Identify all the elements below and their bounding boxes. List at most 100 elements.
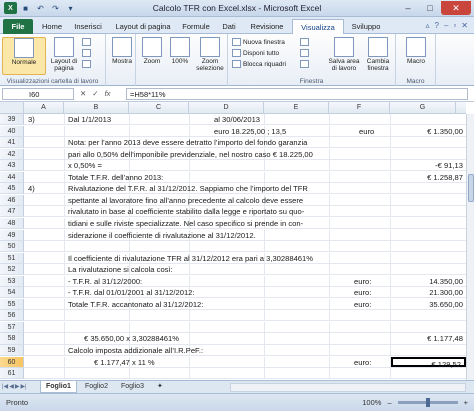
row-header[interactable]: 55 (0, 298, 24, 310)
cell-text[interactable]: 4) (28, 183, 35, 193)
cell-text[interactable]: € 35.650,00 x 3,30288461% (84, 333, 179, 343)
row-cells[interactable]: pari allo 0,50% dell’imponibile previden… (24, 148, 466, 160)
row-cells[interactable]: tidiani e sulle riviste specializzate. N… (24, 217, 466, 230)
minimize-button[interactable]: – (397, 1, 419, 15)
tab-layout-pagina[interactable]: Layout di pagina (110, 19, 176, 34)
cell-value-i[interactable]: € 1.258,87 (391, 172, 466, 182)
cell-text[interactable]: x 0,50% = (68, 160, 102, 170)
cell-value-i[interactable]: € 1.350,00 (391, 126, 466, 136)
row-cells[interactable]: siderazione il coefficiente di rivalutaz… (24, 229, 466, 241)
nuova-finestra-button[interactable]: Nuova finestra (232, 38, 285, 46)
row-cells[interactable]: 3) Dal 1/1/2013 al 30/06/2013 (24, 114, 466, 126)
row-cells[interactable]: x 0,50% = -€ 91,13 (24, 160, 466, 172)
cell-text[interactable]: 3) (28, 114, 35, 124)
layout-pagina-button[interactable]: Layout di pagina (48, 37, 80, 72)
cell-text[interactable]: euro: (354, 287, 371, 297)
cell-text[interactable]: € 1.177,47 x 11 % (94, 357, 155, 367)
zoom-slider[interactable] (397, 398, 458, 407)
cell-text[interactable]: pari allo 0,50% dell’imponibile previden… (68, 149, 313, 159)
cell-text[interactable]: spettante al lavoratore fino all’anno pr… (68, 195, 303, 205)
row-cells[interactable]: Totale T.F.R. dell’anno 2013: € 1.258,87 (24, 171, 466, 183)
row-header[interactable]: 41 (0, 137, 24, 149)
tab-visualizza[interactable]: Visualizza (292, 19, 344, 35)
row-cells[interactable]: - T.F.R. al 31/12/2000: euro: 14.350,00 (24, 275, 466, 287)
row-header[interactable]: 51 (0, 252, 24, 264)
sheet-tab-foglio3[interactable]: Foglio3 (116, 381, 149, 393)
row-header[interactable]: 53 (0, 275, 24, 287)
zoom-100-button[interactable]: 100% (168, 37, 192, 65)
maximize-button[interactable]: □ (419, 1, 441, 15)
row-header[interactable]: 59 (0, 345, 24, 357)
vertical-scroll-thumb[interactable] (468, 174, 474, 202)
cell-text[interactable]: - T.F.R. al 31/12/2000: (68, 276, 142, 286)
cancel-icon[interactable]: ✕ (80, 89, 86, 98)
row-cells[interactable]: La rivalutazione si calcola così: (24, 264, 466, 276)
cell-text[interactable]: al 30/06/2013 (214, 114, 260, 124)
cell-value-i[interactable]: € 1.177,48 (391, 333, 466, 343)
row-cells[interactable]: euro 18.225,00 ; 13,5 euro € 1.350,00 (24, 125, 466, 137)
tab-inserisci[interactable]: Inserisci (68, 19, 108, 34)
cell-text[interactable]: La rivalutazione si calcola così: (68, 264, 173, 274)
cell-text[interactable]: Il coefficiente di rivalutazione TFR al … (68, 253, 313, 263)
row-header[interactable]: 49 (0, 229, 24, 241)
ribbon-collapse-icon[interactable]: ▵ (426, 21, 430, 30)
cell-value-i[interactable]: -€ 91,13 (391, 160, 466, 170)
sheet-tab-foglio1[interactable]: Foglio1 (40, 381, 77, 393)
sheet-tab-foglio2[interactable]: Foglio2 (80, 381, 113, 393)
cell-text[interactable]: Totale T.F.R. accantonato al 31/12/2012: (68, 299, 203, 309)
row-header[interactable]: 44 (0, 171, 24, 183)
row-header[interactable]: 60 (0, 356, 24, 368)
row-cells[interactable]: rivalutato in base al coefficiente stabi… (24, 206, 466, 218)
column-header-c[interactable]: C (129, 102, 189, 114)
name-box[interactable]: I60 (2, 88, 74, 100)
last-sheet-icon[interactable]: ▶| (20, 383, 26, 390)
cell-text[interactable]: Calcolo imposta addizionale all’I.R.PeF.… (68, 345, 203, 355)
cambia-finestra-button[interactable]: Cambia finestra (362, 37, 394, 72)
row-cells[interactable]: Il coefficiente di rivalutazione TFR al … (24, 252, 466, 264)
row-cells[interactable] (24, 310, 466, 322)
doc-restore-icon[interactable]: ▫ (453, 21, 456, 30)
spreadsheet-grid[interactable]: ABCDEFGHI393)Dal 1/1/2013al 30/06/201340… (0, 102, 466, 380)
cell-text[interactable]: Totale T.F.R. dell’anno 2013: (68, 172, 163, 182)
row-header[interactable]: 56 (0, 310, 24, 322)
row-header[interactable]: 50 (0, 241, 24, 253)
row-header[interactable]: 58 (0, 333, 24, 345)
mostra-button[interactable]: Mostra (110, 37, 134, 65)
row-header[interactable]: 40 (0, 125, 24, 137)
cell-text[interactable]: euro: (354, 276, 371, 286)
doc-close-icon[interactable]: ✕ (461, 21, 468, 30)
row-cells[interactable]: Totale T.F.R. accantonato al 31/12/2012:… (24, 298, 466, 310)
row-cells[interactable]: - T.F.R. dal 01/01/2001 al 31/12/2012: eu… (24, 287, 466, 299)
tab-dati[interactable]: Dati (216, 19, 242, 34)
tab-revisione[interactable]: Revisione (244, 19, 290, 34)
full-screen-icon[interactable] (82, 49, 91, 57)
cell-text[interactable]: rivalutato in base al coefficiente stabi… (68, 206, 304, 216)
cell-value-i[interactable]: 21.300,00 (391, 287, 466, 297)
cell-text[interactable]: euro: (354, 299, 371, 309)
row-header[interactable]: 61 (0, 368, 24, 380)
row-header[interactable]: 48 (0, 217, 24, 230)
column-header-b[interactable]: B (64, 102, 129, 114)
zoom-percent[interactable]: 100% (362, 398, 381, 407)
column-header-f[interactable]: F (329, 102, 390, 114)
row-header[interactable]: 42 (0, 148, 24, 160)
prev-sheet-icon[interactable]: ◀ (9, 383, 14, 390)
tab-formule[interactable]: Formule (178, 19, 214, 34)
custom-views-icon[interactable] (82, 60, 91, 68)
salva-area-button[interactable]: Salva area di lavoro (328, 37, 360, 72)
doc-minimize-icon[interactable]: – (444, 21, 448, 30)
close-button[interactable]: ✕ (441, 1, 471, 15)
macro-button[interactable]: Macro (404, 37, 428, 65)
row-cells[interactable] (24, 321, 466, 333)
zoom-selezione-button[interactable]: Zoom selezione (194, 37, 226, 72)
tab-home[interactable]: Home (38, 19, 66, 34)
cell-text[interactable]: euro 18.225,00 ; 13,5 (214, 126, 286, 136)
cell-value-i[interactable]: 35.650,00 (391, 299, 466, 309)
cell-text[interactable]: tidiani e sulle riviste specializzate. N… (68, 218, 303, 228)
formula-input[interactable]: =H58*11% (126, 88, 468, 100)
row-cells[interactable] (24, 241, 466, 253)
hide-icon[interactable] (300, 49, 309, 57)
cell-text[interactable]: euro (359, 126, 374, 136)
row-cells[interactable]: Nota: per l’anno 2013 deve essere detrat… (24, 137, 466, 149)
column-header-a[interactable]: A (24, 102, 64, 114)
